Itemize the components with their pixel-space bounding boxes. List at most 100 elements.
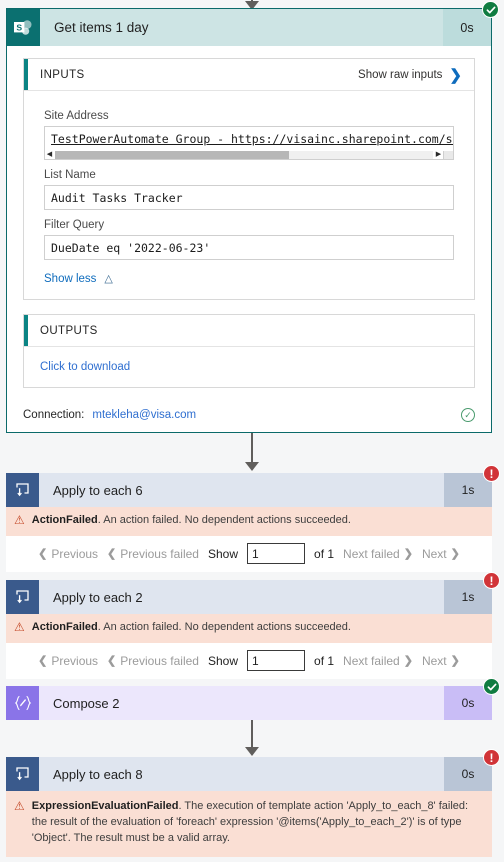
field-value-list-name[interactable]: Audit Tasks Tracker [44, 185, 454, 210]
next-button[interactable]: Next ❯ [422, 654, 460, 668]
action-title: Compose 2 [39, 686, 444, 720]
field-label-list-name: List Name [44, 169, 96, 181]
previous-failed-label: Previous failed [120, 546, 199, 561]
check-icon [482, 1, 499, 18]
site-address-text: TestPowerAutomate Group - https://visain… [51, 131, 453, 146]
scroll-track[interactable] [55, 150, 433, 159]
outputs-download-link[interactable]: Click to download [24, 346, 474, 387]
show-raw-inputs-button[interactable]: Show raw inputs ❯ [358, 66, 462, 84]
show-less-label: Show less [44, 272, 97, 285]
action-title: Get items 1 day [54, 20, 149, 35]
check-circle-outline-icon: ✓ [461, 408, 475, 422]
action-header-apply-to-each-8[interactable]: Apply to each 8 0s [6, 757, 492, 791]
warning-icon: ⚠ [14, 620, 25, 634]
error-message-bar: ⚠ ActionFailed. An action failed. No dep… [6, 507, 492, 536]
page-number-input[interactable] [247, 543, 306, 565]
action-card-apply-to-each-2[interactable]: ! Apply to each 2 1s ⚠ ActionFailed. An … [6, 572, 500, 679]
action-header-compose-2[interactable]: Compose 2 0s [6, 686, 492, 720]
previous-label: Previous [51, 546, 99, 561]
error-message-bar: ⚠ ActionFailed. An action failed. No dep… [6, 614, 492, 643]
loop-icon [6, 580, 39, 614]
sharepoint-icon: S [7, 9, 40, 46]
next-label: Next [421, 653, 447, 668]
next-failed-label: Next failed [343, 546, 400, 561]
previous-label: Previous [51, 653, 99, 668]
action-card-apply-to-each-6[interactable]: ! Apply to each 6 1s ⚠ ActionFailed. An … [6, 465, 500, 572]
loop-icon [6, 473, 39, 507]
error-message-bar: ⚠ ExpressionEvaluationFailed. The execut… [6, 791, 492, 857]
field-value-site-address[interactable]: TestPowerAutomate Group - https://visain… [44, 126, 454, 150]
error-icon: ! [483, 749, 500, 766]
connector-1 [0, 433, 504, 471]
outputs-header: OUTPUTS [24, 315, 474, 346]
action-title: Apply to each 2 [39, 580, 444, 614]
flow-run-details-page: S Get items 1 day 0s INPUTS Show raw inp… [0, 0, 504, 862]
error-icon: ! [483, 572, 500, 589]
loop-icon [6, 757, 39, 791]
chevron-left-icon: ❮ [38, 655, 48, 668]
action-card-apply-to-each-8[interactable]: ! Apply to each 8 0s ⚠ ExpressionEvaluat… [6, 749, 500, 857]
pagination-bar: ❮Previous ❮Previous failed Show of 1 Nex… [6, 642, 492, 679]
chevron-left-icon: ❮ [107, 548, 117, 561]
next-label: Next [421, 546, 447, 561]
chevron-right-icon: ❯ [403, 548, 413, 561]
warning-icon: ⚠ [14, 799, 25, 813]
inputs-body: Site Address TestPowerAutomate Group - h… [24, 90, 474, 299]
chevron-up-icon: △ [104, 273, 113, 285]
show-raw-inputs-label: Show raw inputs [358, 68, 443, 81]
scroll-corner [443, 150, 453, 159]
page-total-label: of 1 [314, 653, 335, 668]
error-code: ActionFailed [31, 514, 98, 526]
chevron-right-icon: ❯ [403, 655, 413, 668]
page-number-input[interactable] [247, 650, 306, 672]
show-label: Show [207, 546, 239, 561]
scroll-right-icon[interactable]: ▶ [434, 151, 443, 159]
previous-failed-button[interactable]: ❮ Previous failed [107, 654, 199, 668]
error-text: ActionFailed. An action failed. No depen… [31, 621, 351, 633]
action-card-compose-2[interactable]: Compose 2 0s [6, 678, 500, 720]
action-card-get-items[interactable]: S Get items 1 day 0s INPUTS Show raw inp… [6, 1, 499, 433]
page-total-label: of 1 [314, 546, 335, 561]
show-less-button[interactable]: Show less △ [44, 272, 454, 286]
action-header-apply-to-each-6[interactable]: Apply to each 6 1s [6, 473, 492, 507]
previous-button[interactable]: ❮ Previous [38, 654, 98, 668]
connection-label: Connection: [23, 409, 85, 421]
action-title: Apply to each 8 [39, 757, 444, 791]
field-value-filter-query[interactable]: DueDate eq '2022-06-23' [44, 235, 454, 260]
action-header-get-items[interactable]: S Get items 1 day 0s [7, 9, 491, 46]
chevron-left-icon: ❮ [107, 655, 117, 668]
previous-failed-button[interactable]: ❮ Previous failed [107, 547, 199, 561]
chevron-left-icon: ❮ [38, 548, 48, 561]
outputs-label: OUTPUTS [40, 324, 98, 337]
scroll-thumb[interactable] [55, 150, 290, 159]
compose-icon [6, 686, 39, 720]
check-icon [483, 678, 500, 695]
site-address-scrollbar[interactable]: ◀ ▶ [44, 150, 454, 160]
next-failed-button[interactable]: Next failed ❯ [343, 654, 413, 668]
previous-button[interactable]: ❮ Previous [38, 547, 98, 561]
error-text: ExpressionEvaluationFailed. The executio… [31, 800, 469, 844]
field-label-filter-query: Filter Query [44, 219, 105, 231]
error-text: ActionFailed. An action failed. No depen… [31, 514, 351, 526]
chevron-right-icon: ❯ [450, 548, 460, 561]
error-detail: An action failed. No dependent actions s… [103, 621, 351, 633]
connection-account-link[interactable]: mtekleha@visa.com [92, 409, 196, 421]
scroll-left-icon[interactable]: ◀ [45, 151, 54, 159]
next-failed-button[interactable]: Next failed ❯ [343, 547, 413, 561]
previous-failed-label: Previous failed [120, 653, 199, 668]
error-detail: An action failed. No dependent actions s… [103, 514, 351, 526]
field-label-site-address: Site Address [44, 110, 109, 122]
inputs-header: INPUTS Show raw inputs ❯ [24, 59, 474, 90]
show-label: Show [207, 653, 239, 668]
chevron-right-icon: ❯ [449, 66, 462, 84]
inputs-panel: INPUTS Show raw inputs ❯ Site Address Te… [23, 58, 475, 300]
connection-row: Connection: mtekleha@visa.com ✓ [7, 400, 491, 430]
connector-2 [0, 720, 504, 756]
svg-text:S: S [16, 22, 22, 32]
next-failed-label: Next failed [343, 653, 400, 668]
next-button[interactable]: Next ❯ [422, 547, 460, 561]
error-code: ActionFailed [31, 621, 98, 633]
chevron-right-icon: ❯ [450, 655, 460, 668]
action-header-apply-to-each-2[interactable]: Apply to each 2 1s [6, 580, 492, 614]
outputs-panel: OUTPUTS Click to download [23, 314, 475, 388]
